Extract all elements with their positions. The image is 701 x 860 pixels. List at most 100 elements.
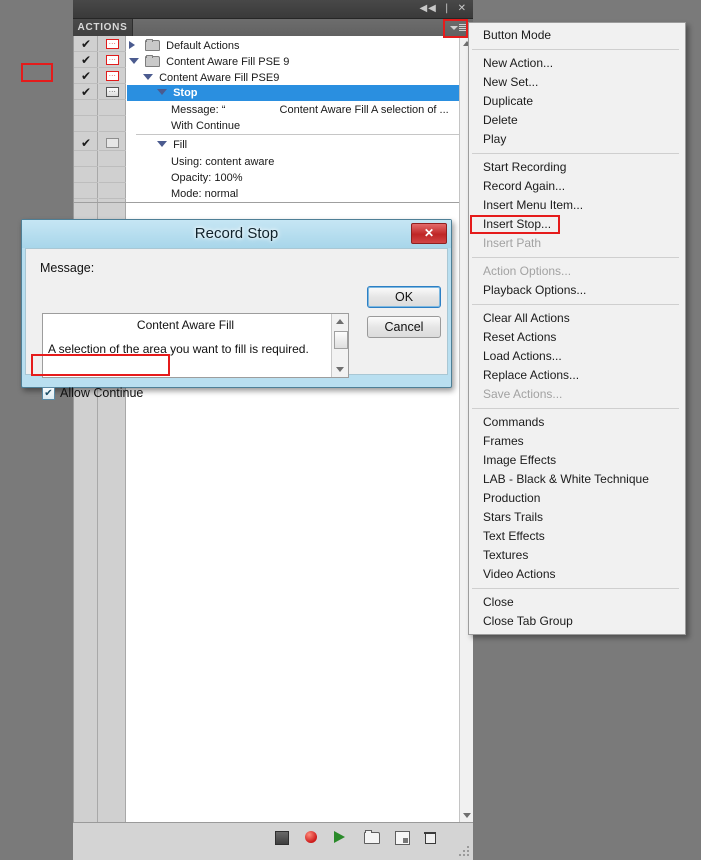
delete-button[interactable] [423,829,439,845]
toggle-dialog-checkbox[interactable] [99,135,126,151]
scroll-down-button[interactable] [460,808,473,822]
menu-item-reset-actions[interactable]: Reset Actions [469,328,685,347]
menu-item-text-effects[interactable]: Text Effects [469,527,685,546]
menu-item-frames[interactable]: Frames [469,432,685,451]
menu-item-lab-black-white-technique[interactable]: LAB - Black & White Technique [469,470,685,489]
menu-item-new-set[interactable]: New Set... [469,73,685,92]
panel-window-controls: ◀◀ | ✕ [417,1,469,16]
screen-root: ◀◀ | ✕ ACTIONS ✔ ... Default Actions ✔ .… [0,0,701,860]
insert-stop-highlight [470,215,560,234]
list-item-with-continue: With Continue [127,118,459,134]
folder-icon [145,39,161,51]
menu-item-close-tab-group[interactable]: Close Tab Group [469,612,685,631]
collapse-triangle-icon[interactable] [157,137,170,153]
menu-item-production[interactable]: Production [469,489,685,508]
toggle-item-checkbox[interactable]: ✔ [74,52,98,68]
list-item-label: Default Actions [166,40,240,52]
menu-item-video-actions[interactable]: Video Actions [469,565,685,584]
scrollbar-thumb[interactable] [334,331,348,349]
menu-item-load-actions[interactable]: Load Actions... [469,347,685,366]
list-item-label: Fill [173,139,188,151]
toggle-item-checkbox[interactable]: ✔ [74,36,98,52]
collapse-triangle-icon[interactable] [157,85,170,101]
list-item[interactable]: Content Aware Fill PSE9 [127,70,459,86]
list-divider [136,134,459,135]
menu-separator [472,49,679,50]
scroll-up-button[interactable] [332,314,348,329]
toolbar-buttons [273,829,439,845]
menu-item-delete[interactable]: Delete [469,111,685,130]
menu-item-start-recording[interactable]: Start Recording [469,158,685,177]
ok-button[interactable]: OK [367,286,441,308]
toggle-dialog-checkbox [99,167,126,183]
list-item-label: Content Aware Fill PSE 9 [166,56,290,68]
menu-item-close[interactable]: Close [469,593,685,612]
scroll-down-button[interactable] [332,362,348,377]
list-item-stop[interactable]: Stop [127,85,459,101]
collapse-triangle-icon[interactable] [143,70,156,86]
menu-item-textures[interactable]: Textures [469,546,685,565]
collapse-icon[interactable]: ◀◀ [417,3,438,14]
menu-item-action-options: Action Options... [483,264,572,278]
collapse-triangle-icon[interactable] [129,54,142,70]
list-item-label: With Continue [171,120,241,132]
menu-item-commands[interactable]: Commands [469,413,685,432]
list-item-label: Mode: normal [171,188,239,200]
check-icon: ✔ [80,68,92,83]
resize-grip[interactable] [459,846,470,857]
actions-list: ✔ ... Default Actions ✔ ... Content Awar… [73,36,473,822]
allow-continue-row[interactable]: ✔ Allow Continue [42,386,143,400]
tab-actions[interactable]: ACTIONS [73,19,133,36]
toggle-item-checkbox [74,183,98,199]
menu-item-button-mode[interactable]: Button Mode [469,26,685,45]
menu-separator [472,408,679,409]
toggle-dialog-checkbox[interactable]: ... [99,84,126,100]
actions-panel-flyout-menu: Button Mode New Action... New Set... Dup… [468,22,686,635]
menu-item-new-action[interactable]: New Action... [469,54,685,73]
menu-separator [472,588,679,589]
dialog-close-button[interactable]: ✕ [411,223,447,244]
list-item-label: Opacity: 100% [171,172,243,184]
check-icon: ✔ [80,36,92,51]
toggle-item-checkbox[interactable]: ✔ [74,68,98,84]
close-icon[interactable]: ✕ [456,3,469,14]
message-scrollbar[interactable] [331,314,348,377]
menu-item-record-again[interactable]: Record Again... [469,177,685,196]
menu-item-stars-trails[interactable]: Stars Trails [469,508,685,527]
toggle-item-checkbox[interactable]: ✔ [74,135,98,151]
check-icon: ✔ [80,52,92,67]
toggle-dialog-checkbox[interactable]: ... [99,52,126,68]
panel-title-bar: ◀◀ | ✕ [73,0,473,19]
toggle-dialog-checkbox[interactable]: ... [99,36,126,52]
allow-continue-checkbox[interactable]: ✔ [42,386,55,400]
menu-item-clear-all-actions[interactable]: Clear All Actions [469,309,685,328]
list-item-message-value: Content Aware Fill A selection of ... [279,104,449,116]
list-item[interactable]: Content Aware Fill PSE 9 [127,54,459,70]
menu-separator [472,153,679,154]
list-item-fill[interactable]: Fill [127,137,459,153]
record-icon [305,831,317,843]
menu-item-replace-actions[interactable]: Replace Actions... [469,366,685,385]
begin-recording-button[interactable] [303,829,319,845]
toggle-item-checkbox[interactable]: ✔ [74,84,98,100]
check-icon: ✔ [80,135,92,150]
menu-item-duplicate[interactable]: Duplicate [469,92,685,111]
toggle-dialog-checkbox[interactable]: ... [99,68,126,84]
menu-item-playback-options[interactable]: Playback Options... [469,281,685,300]
menu-item-image-effects[interactable]: Image Effects [469,451,685,470]
play-icon [334,831,345,843]
cancel-button[interactable]: Cancel [367,316,441,338]
dialog-title-bar[interactable]: Record Stop ✕ [22,220,451,248]
stop-icon [275,831,289,845]
play-selection-button[interactable] [333,829,349,845]
menu-item-insert-menu-item[interactable]: Insert Menu Item... [469,196,685,215]
menu-item-play[interactable]: Play [469,130,685,149]
expand-triangle-icon[interactable] [129,38,142,54]
create-new-action-button[interactable] [393,829,410,845]
list-item-message: Message: “ Content Aware Fill A selectio… [127,102,459,118]
dialog-indicator-icon [106,137,119,148]
create-new-set-button[interactable] [363,829,380,845]
actions-panel: ◀◀ | ✕ ACTIONS ✔ ... Default Actions ✔ .… [73,0,473,860]
list-item[interactable]: Default Actions [127,38,459,54]
stop-button[interactable] [273,829,289,845]
